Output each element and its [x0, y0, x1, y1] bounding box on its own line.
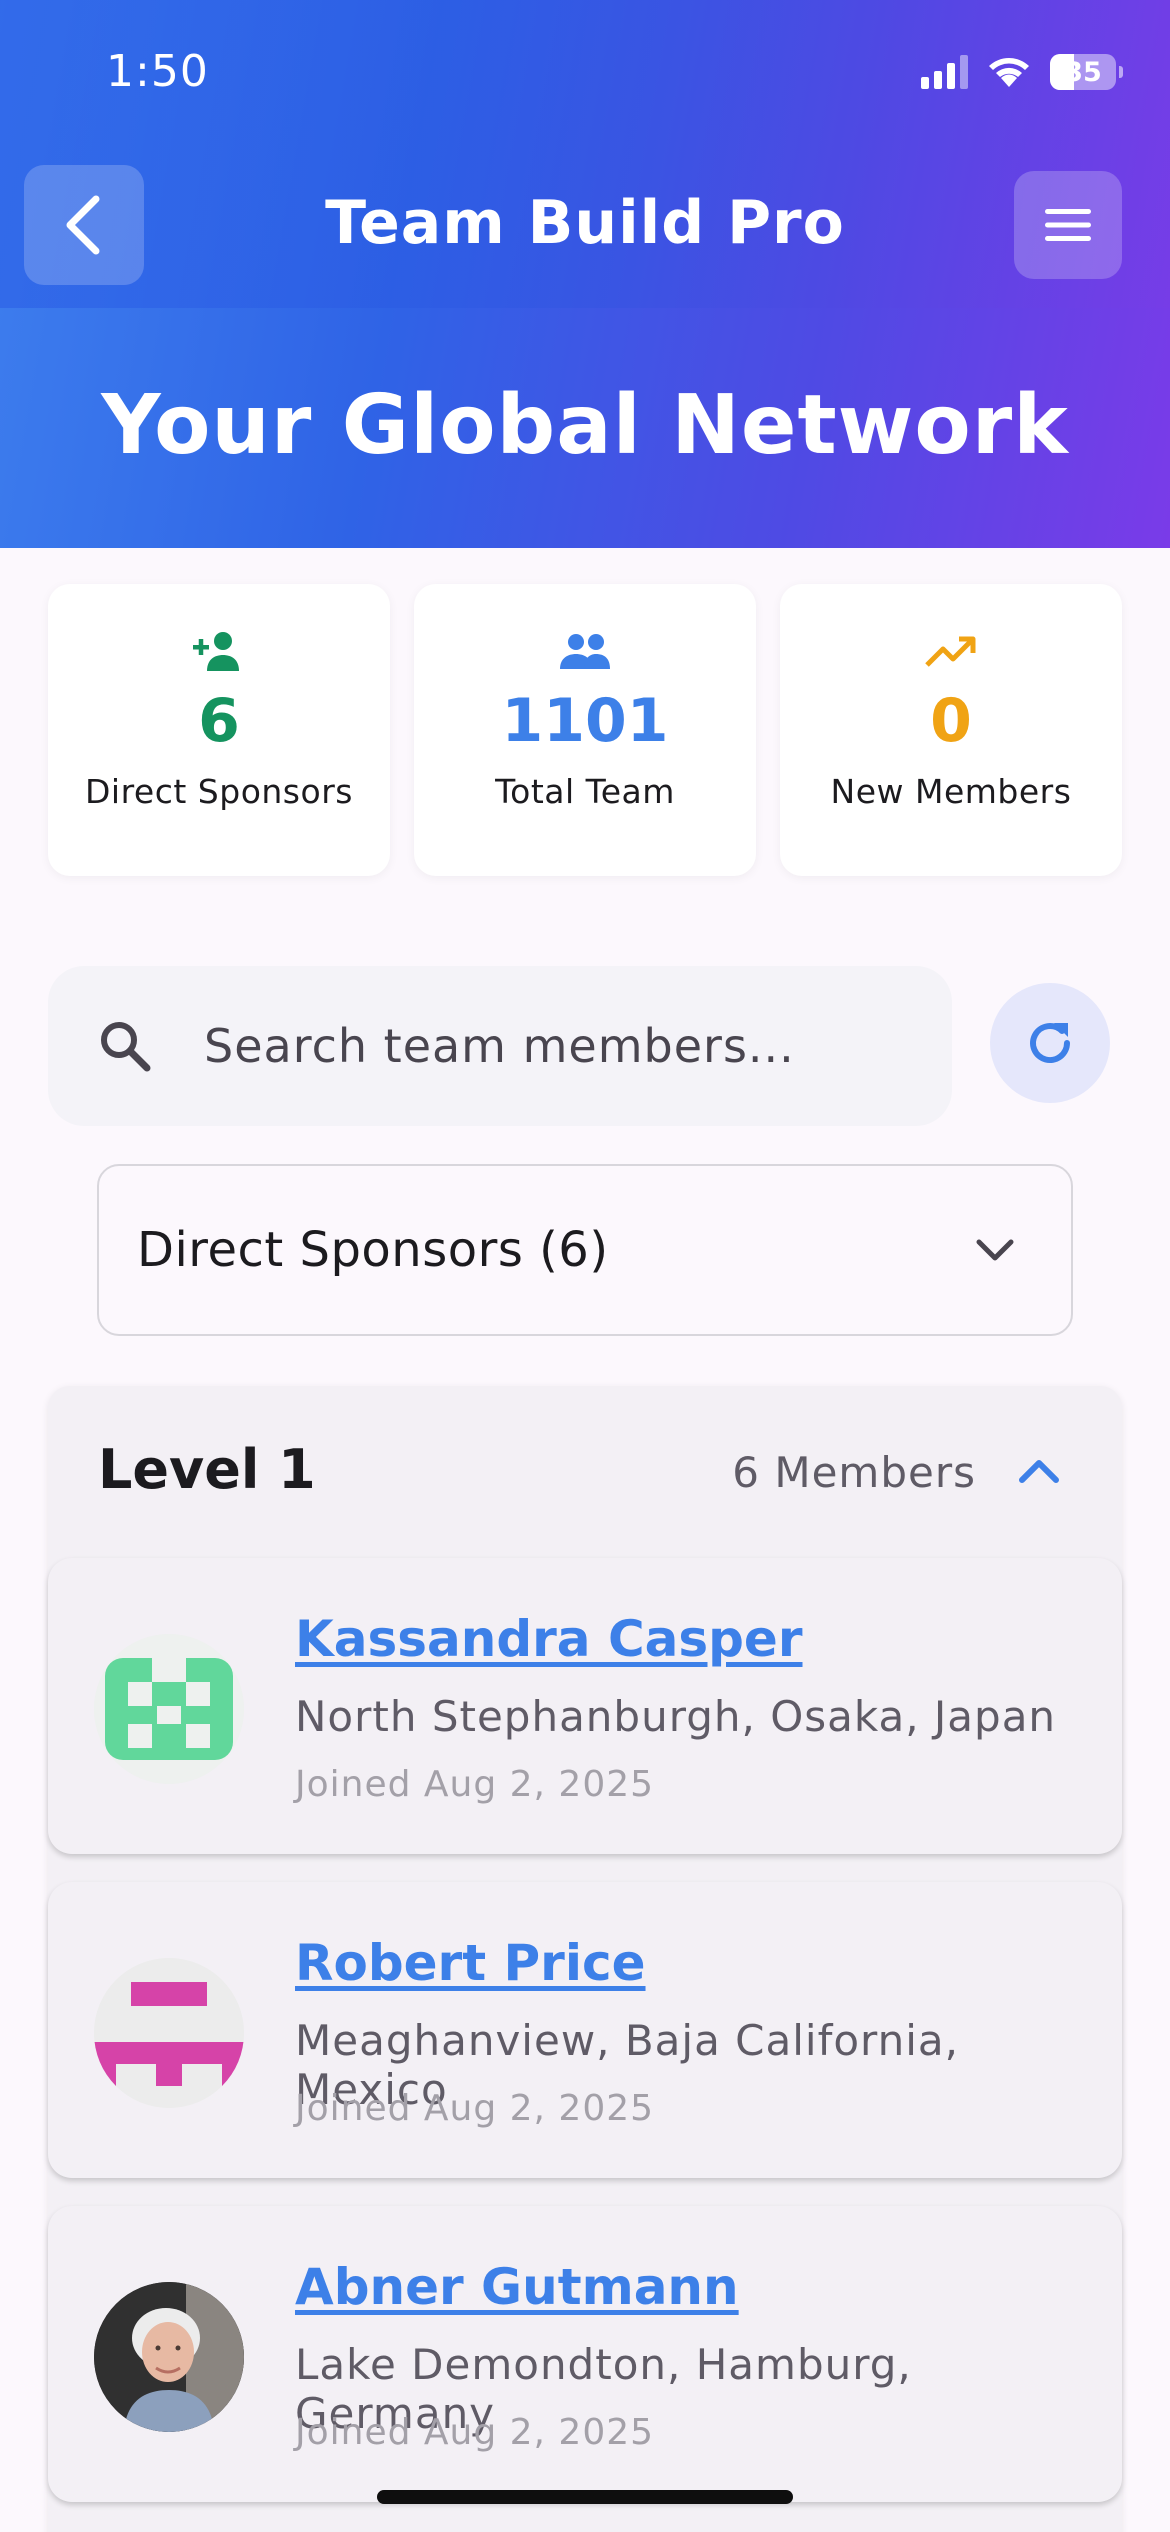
cellular-signal-icon: [921, 55, 968, 89]
chevron-up-icon[interactable]: [1014, 1446, 1064, 1496]
home-indicator: [377, 2490, 793, 2504]
stat-value: 0: [930, 686, 972, 756]
level-title: Level 1: [98, 1438, 316, 1501]
dropdown-selected-value: Direct Sponsors (6): [137, 1222, 609, 1278]
member-join-date: Joined Aug 2, 2025: [295, 1764, 655, 1805]
search-icon: [90, 1011, 160, 1081]
status-icons: 35: [921, 52, 1123, 92]
trending-up-icon: [923, 626, 979, 676]
person-add-icon: [191, 626, 247, 676]
member-location: North Stephanburgh, Osaka, Japan: [295, 1692, 1057, 1741]
stat-value: 6: [198, 686, 240, 756]
stats-row: 6 Direct Sponsors 1101 Total Team 0 New …: [48, 584, 1122, 876]
member-name-link[interactable]: Robert Price: [295, 1934, 646, 1992]
stat-label: Total Team: [495, 772, 675, 811]
stat-card-total-team[interactable]: 1101 Total Team: [414, 584, 756, 876]
level-section: Level 1 6 Members Kassandra Casper North…: [48, 1386, 1122, 2532]
level-filter-dropdown[interactable]: Direct Sponsors (6): [97, 1164, 1073, 1336]
page-title: Your Global Network: [101, 378, 1069, 473]
stat-label: New Members: [830, 772, 1072, 811]
member-card[interactable]: Abner Gutmann Lake Demondton, Hamburg, G…: [48, 2206, 1122, 2502]
search-input[interactable]: [204, 1019, 924, 1073]
wifi-icon: [989, 58, 1029, 87]
stat-card-new-members[interactable]: 0 New Members: [780, 584, 1122, 876]
member-photo: [94, 2282, 244, 2432]
member-join-date: Joined Aug 2, 2025: [295, 2412, 655, 2453]
hamburger-menu-icon: [1045, 209, 1091, 241]
app-title: Team Build Pro: [325, 188, 845, 258]
stat-value: 1101: [501, 686, 669, 756]
battery-level: 35: [1064, 56, 1102, 88]
battery-icon: 35: [1050, 54, 1123, 90]
member-name-link[interactable]: Abner Gutmann: [295, 2258, 739, 2316]
member-name-link[interactable]: Kassandra Casper: [295, 1610, 803, 1668]
status-time: 1:50: [106, 46, 209, 97]
avatar: [94, 1634, 244, 1784]
search-bar: [48, 966, 952, 1126]
refresh-icon: [1030, 1023, 1070, 1064]
avatar: [94, 2282, 244, 2432]
stat-label: Direct Sponsors: [85, 772, 353, 811]
chevron-down-icon: [976, 1239, 1014, 1261]
group-icon: [557, 626, 613, 676]
avatar: [94, 1958, 244, 2108]
refresh-button[interactable]: [990, 983, 1110, 1103]
member-card[interactable]: Robert Price Meaghanview, Baja Californi…: [48, 1882, 1122, 2178]
member-join-date: Joined Aug 2, 2025: [295, 2088, 655, 2129]
identicon-avatar: [94, 1958, 244, 2108]
stat-card-direct-sponsors[interactable]: 6 Direct Sponsors: [48, 584, 390, 876]
member-card[interactable]: Kassandra Casper North Stephanburgh, Osa…: [48, 1558, 1122, 1854]
level-member-count: 6 Members: [732, 1448, 976, 1497]
identicon-avatar: [94, 1634, 244, 1784]
menu-button[interactable]: [1014, 171, 1122, 279]
